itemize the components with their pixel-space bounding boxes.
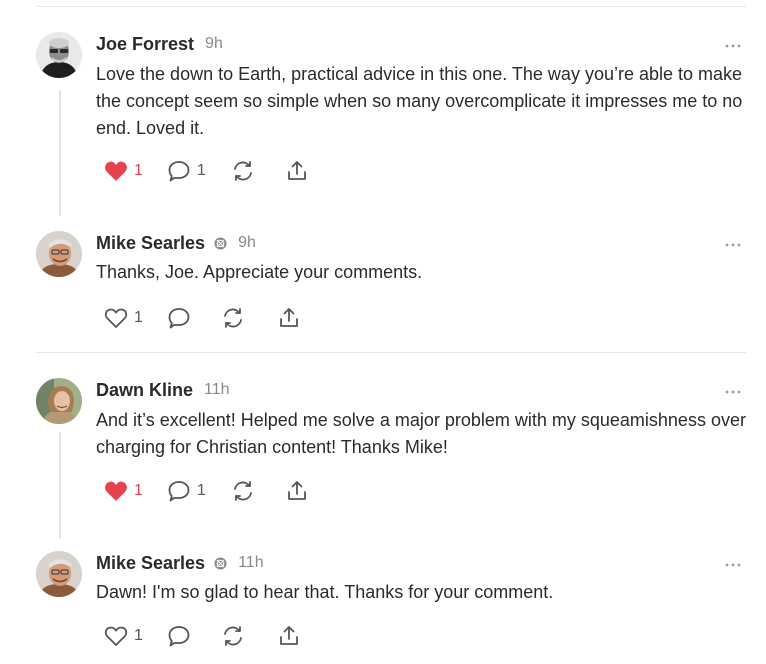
like-button[interactable]: 1 [104,625,143,647]
comment-bubble-icon [167,624,191,648]
timestamp[interactable]: 11h [238,554,264,572]
thread-line [59,432,61,538]
share-button[interactable] [277,624,301,648]
comment-actions: 1 1 [104,157,309,185]
reply-button[interactable] [167,306,191,330]
avatar[interactable] [36,231,82,277]
restack-icon [231,479,255,503]
reply-button[interactable]: 1 [167,479,206,503]
author-name[interactable]: Mike Searles [96,233,205,254]
reply-count: 1 [196,162,206,179]
reply-count: 1 [196,482,206,499]
share-button[interactable] [285,159,309,183]
reply-button[interactable] [167,624,191,648]
like-button[interactable]: 1 [104,480,143,502]
like-count: 1 [134,162,143,179]
comment-text: Thanks, Joe. Appreciate your comments. [96,262,423,282]
like-count: 1 [134,627,143,644]
timestamp[interactable]: 9h [205,35,223,53]
restack-icon [231,159,255,183]
comment-actions: 1 1 [104,477,309,505]
avatar[interactable] [36,551,82,597]
more-icon[interactable] [724,233,742,253]
timestamp[interactable]: 11h [204,381,230,399]
author-name[interactable]: Joe Forrest [96,34,194,55]
comment-actions: 1 [104,622,301,650]
comment-text: Dawn! I'm so glad to hear that. Thanks f… [96,582,554,602]
restack-icon [221,624,245,648]
thread-divider [36,352,746,353]
share-button[interactable] [277,306,301,330]
author-name[interactable]: Dawn Kline [96,380,193,401]
share-icon [285,159,309,183]
avatar[interactable] [36,32,82,78]
comment-text: And it’s excellent! Helped me solve a ma… [96,410,746,457]
avatar[interactable] [36,378,82,424]
heart-icon [104,625,128,647]
share-icon [285,479,309,503]
like-count: 1 [134,309,143,326]
heart-icon [104,480,128,502]
restack-button[interactable] [221,624,245,648]
more-icon[interactable] [724,380,742,400]
author-name[interactable]: Mike Searles [96,553,205,574]
author-badge-icon [214,557,227,570]
share-button[interactable] [285,479,309,503]
comment-bubble-icon [167,159,191,183]
like-button[interactable]: 1 [104,307,143,329]
like-button[interactable]: 1 [104,160,143,182]
restack-button[interactable] [231,159,255,183]
restack-button[interactable] [231,479,255,503]
thread-line [59,90,61,216]
top-divider [36,6,746,7]
comment-text: Love the down to Earth, practical advice… [96,64,743,138]
like-count: 1 [134,482,143,499]
heart-icon [104,160,128,182]
author-badge-icon [214,237,227,250]
timestamp[interactable]: 9h [238,234,256,252]
restack-icon [221,306,245,330]
share-icon [277,306,301,330]
heart-icon [104,307,128,329]
comment-bubble-icon [167,479,191,503]
comment-bubble-icon [167,306,191,330]
more-icon[interactable] [724,553,742,573]
more-icon[interactable] [724,34,742,54]
reply-button[interactable]: 1 [167,159,206,183]
share-icon [277,624,301,648]
restack-button[interactable] [221,306,245,330]
comment-actions: 1 [104,304,301,332]
